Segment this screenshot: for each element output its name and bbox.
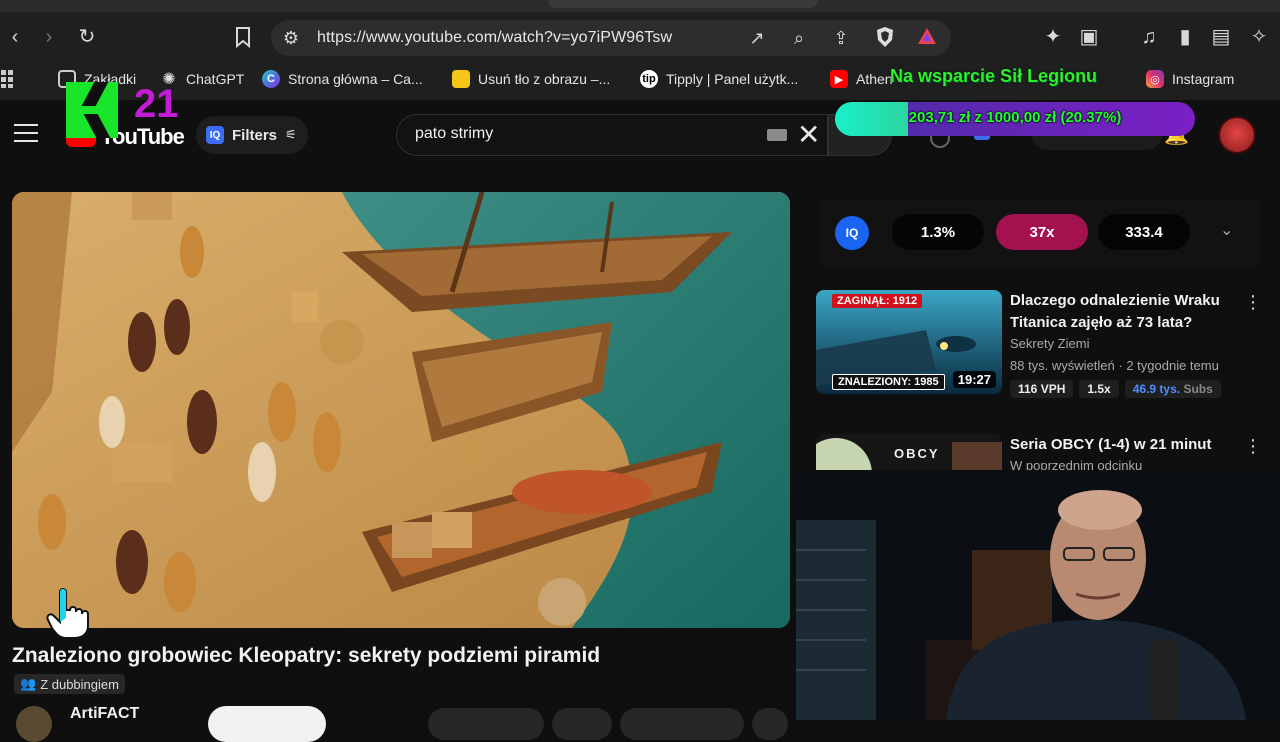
vidiq-logo-icon: IQ xyxy=(835,216,869,250)
menu-icon[interactable] xyxy=(14,124,38,142)
brave-shield-icon[interactable] xyxy=(873,26,897,50)
extensions-icon[interactable]: ✦ xyxy=(1042,26,1064,48)
rec-title[interactable]: Dlaczego odnalezienie Wraku Titanica zaj… xyxy=(1010,290,1230,334)
more-button[interactable] xyxy=(752,708,788,740)
bookmark-label: Tipply | Panel użytk... xyxy=(666,71,799,87)
rec-channel[interactable]: W poprzednim odcinku xyxy=(1010,458,1142,470)
dubbing-badge: 👥 Z dubbingiem xyxy=(14,674,125,694)
apps-icon[interactable] xyxy=(0,68,20,90)
sidebar-icon[interactable]: ▮ xyxy=(1174,26,1196,48)
filters-button[interactable]: IQ Filters ⚟ xyxy=(196,116,308,154)
bookmark-instagram[interactable]: ◎ Instagram xyxy=(1146,68,1234,90)
thumb-label: OBCY xyxy=(894,446,940,461)
wallet-icon[interactable]: ▤ xyxy=(1210,26,1232,48)
browser-toolbar: ‹ › ↻ ⚙ https://www.youtube.com/watch?v=… xyxy=(0,12,1280,60)
donation-progress-text: 203,71 zł z 1000,00 zł (20.37%) xyxy=(908,109,1122,126)
address-bar[interactable]: ⚙ https://www.youtube.com/watch?v=yo7iPW… xyxy=(271,20,951,56)
iq-icon: IQ xyxy=(206,126,224,144)
rec-vidiq-badges: 116 VPH 1.5x 46.9 tys. Subs xyxy=(1010,380,1221,398)
rec-channel[interactable]: Sekrety Ziemi xyxy=(1010,336,1089,351)
site-settings-icon[interactable]: ⚙ xyxy=(279,26,303,50)
brave-rewards-icon[interactable] xyxy=(915,26,939,50)
video-title: Znaleziono grobowiec Kleopatry: sekrety … xyxy=(12,644,601,667)
clear-search-icon[interactable]: ✕ xyxy=(797,121,820,149)
share-button[interactable] xyxy=(552,708,612,740)
stat-outlier: 37x xyxy=(996,214,1088,250)
people-icon: 👥 xyxy=(20,676,37,691)
donation-progress-bar: 203,71 zł z 1000,00 zł (20.37%) xyxy=(835,102,1195,136)
donation-goal-title: Na wsparcie Sił Legionu xyxy=(890,66,1098,86)
bookmark-label: ChatGPT xyxy=(186,71,245,87)
streamer-webcam-feed xyxy=(796,470,1280,720)
list-item[interactable]: ZAGINĄŁ: 1912 ZNALEZIONY: 1985 19:27 Dla… xyxy=(816,290,1266,400)
webcam-overlay xyxy=(796,470,1280,720)
canva-icon: C xyxy=(262,70,280,88)
more-vert-icon[interactable]: ⋮ xyxy=(1244,436,1262,457)
zoom-icon[interactable]: ⌕ xyxy=(787,26,811,50)
like-button[interactable] xyxy=(428,708,544,740)
bookmark-label: Athen xyxy=(856,71,893,87)
bookmark-tipply[interactable]: tip Tipply | Panel użytk... xyxy=(640,68,798,90)
search-box[interactable]: pato strimy ✕ xyxy=(396,114,828,156)
thumb-top-label: ZAGINĄŁ: 1912 xyxy=(832,294,923,308)
rec-thumbnail[interactable]: OBCY xyxy=(816,434,1002,474)
video-frame-ancient-harbor xyxy=(12,192,790,628)
bookmark-athen[interactable]: ▶ Athen xyxy=(830,68,893,90)
bookmark-label: Usuń tło z obrazu –... xyxy=(478,71,611,87)
list-item[interactable]: OBCY Seria OBCY (1-4) w 21 minut W poprz… xyxy=(816,434,1266,474)
rec-meta: 88 tys. wyświetleń · 2 tygodnie temu xyxy=(1010,358,1219,373)
vidiq-stats-panel: IQ 1.3% 37x 333.4 ⌄ xyxy=(818,200,1262,266)
stat-engagement: 1.3% xyxy=(892,214,984,250)
channel-name[interactable]: ArtiFACT xyxy=(70,705,139,723)
ratio-badge: 1.5x xyxy=(1079,380,1119,398)
search-input[interactable]: pato strimy xyxy=(415,125,493,143)
subscribe-button[interactable] xyxy=(208,706,326,742)
removebg-icon xyxy=(452,70,470,88)
tipply-icon: tip xyxy=(640,70,658,88)
sliders-icon: ⚟ xyxy=(285,127,297,142)
duration-badge: 19:27 xyxy=(952,371,996,388)
stat-vph: 333.4 xyxy=(1098,214,1190,250)
subs-label: Subs xyxy=(1183,382,1213,396)
hand-cursor-icon xyxy=(46,588,90,640)
open-external-icon[interactable]: ↗ xyxy=(745,26,769,50)
bookmark-label: Strona główna – Ca... xyxy=(288,71,423,87)
back-icon[interactable]: ‹ xyxy=(4,26,26,48)
video-actions xyxy=(428,708,788,740)
thumb-bottom-label: ZNALEZIONY: 1985 xyxy=(832,374,945,390)
download-button[interactable] xyxy=(620,708,744,740)
filters-label: Filters xyxy=(232,126,278,144)
subs-value: 46.9 tys. xyxy=(1132,382,1181,396)
keyboard-icon[interactable] xyxy=(767,129,787,141)
rec-thumbnail[interactable]: ZAGINĄŁ: 1912 ZNALEZIONY: 1985 19:27 xyxy=(816,290,1002,394)
reload-icon[interactable]: ↻ xyxy=(76,26,98,48)
share-icon[interactable]: ⇪ xyxy=(829,26,853,50)
video-player[interactable] xyxy=(12,192,790,628)
leo-ai-icon[interactable]: ✧ xyxy=(1248,26,1270,48)
media-icon[interactable]: ♫ xyxy=(1138,26,1160,48)
forward-icon[interactable]: › xyxy=(38,26,60,48)
url-text[interactable]: https://www.youtube.com/watch?v=yo7iPW96… xyxy=(317,29,672,47)
channel-avatar[interactable] xyxy=(16,706,52,742)
youtube-icon: ▶ xyxy=(830,70,848,88)
instagram-icon: ◎ xyxy=(1146,70,1164,88)
k21-number: 21 xyxy=(134,82,179,126)
k21-overlay-logo: 21 xyxy=(66,82,188,142)
chevron-down-icon[interactable]: ⌄ xyxy=(1220,220,1233,240)
more-vert-icon[interactable]: ⋮ xyxy=(1244,292,1262,313)
bookmark-page-icon[interactable] xyxy=(232,26,254,49)
rec-title[interactable]: Seria OBCY (1-4) w 21 minut xyxy=(1010,434,1230,456)
bookmark-canva[interactable]: C Strona główna – Ca... xyxy=(262,68,423,90)
tab-strip xyxy=(0,0,1280,12)
bookmark-label: Instagram xyxy=(1172,71,1235,87)
subs-badge: 46.9 tys. Subs xyxy=(1124,380,1221,398)
active-tab[interactable] xyxy=(548,0,818,8)
bookmark-removebg[interactable]: Usuń tło z obrazu –... xyxy=(452,68,610,90)
reader-icon[interactable]: ▣ xyxy=(1078,26,1100,48)
vph-badge: 116 VPH xyxy=(1010,380,1074,398)
avatar[interactable] xyxy=(1218,116,1256,154)
dubbing-label: Z dubbingiem xyxy=(40,676,119,692)
